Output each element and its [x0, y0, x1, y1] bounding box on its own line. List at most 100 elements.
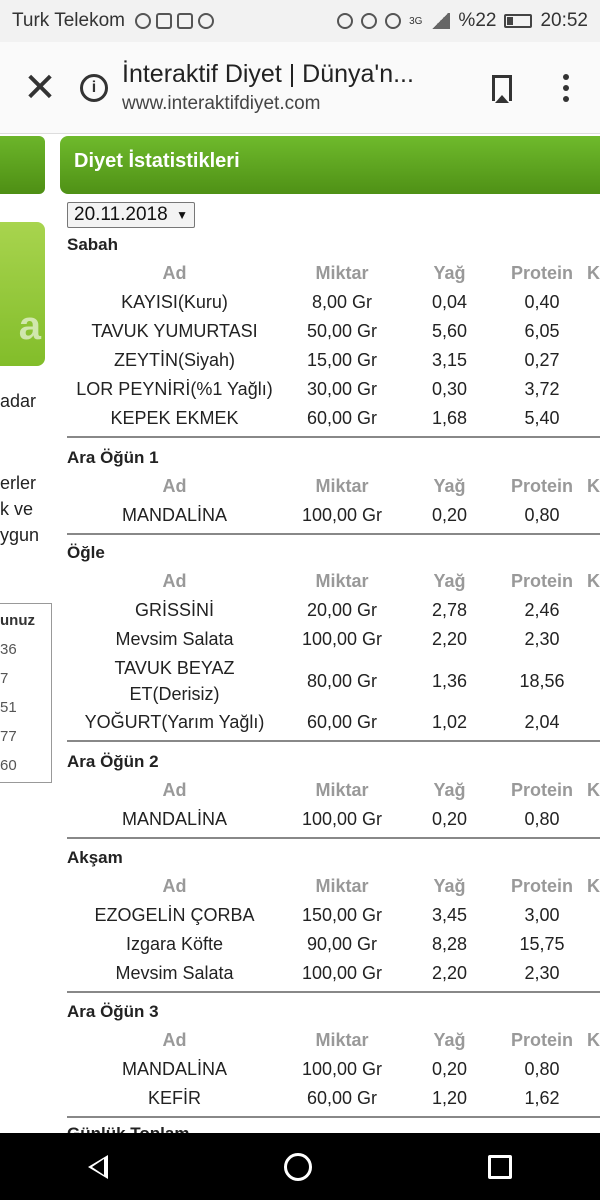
meal-table: Ad Miktar Yağ Protein K KAYISI(Kuru) 8,00… [67, 259, 600, 433]
left-banner[interactable]: a [0, 222, 45, 366]
col-miktar: Miktar [315, 780, 369, 800]
cell-yag: 2,78 [431, 600, 468, 620]
section-divider [67, 1116, 600, 1118]
cell-yag: 3,15 [431, 350, 468, 370]
close-icon: ✕ [23, 65, 57, 110]
meal-section: Sabah Ad Miktar Yağ Protein K KAYISI(Kur… [67, 231, 600, 438]
left-panel-header [0, 136, 45, 194]
whatsapp-icon [134, 13, 151, 29]
page-url: www.interaktifdiyet.com [122, 93, 321, 114]
cell-protein: 15,75 [519, 934, 565, 954]
more-menu-button[interactable] [532, 42, 600, 134]
meal-table: Ad Miktar Yağ Protein K MANDALİNA 100,00 … [67, 1026, 600, 1113]
notification-icon [155, 13, 172, 29]
left-text-line: adar [0, 391, 37, 411]
cell-miktar: 60,00 Gr [306, 1088, 378, 1108]
col-protein: Protein [510, 263, 573, 283]
cell-protein: 0,80 [524, 1059, 560, 1079]
meal-section: Öğle Ad Miktar Yağ Protein K GRİSSİNİ 20,… [67, 539, 600, 742]
col-yag: Yağ [433, 263, 466, 283]
cell-ad: MANDALİNA [121, 505, 228, 525]
table-row: KAYISI(Kuru) 8,00 Gr 0,04 0,40 [67, 288, 600, 317]
col-ad: Ad [162, 263, 187, 283]
cell-protein: 2,30 [524, 963, 560, 983]
cell-miktar: 100,00 Gr [301, 963, 383, 983]
cell-ad: KEPEK EKMEK [110, 408, 239, 428]
cell-miktar: 100,00 Gr [301, 505, 383, 525]
left-text-line: k ve [0, 499, 34, 519]
cell-yag: 8,28 [431, 934, 468, 954]
date-value: 20.11.2018 [74, 204, 168, 225]
cell-protein: 2,04 [524, 712, 560, 732]
cell-miktar: 80,00 Gr [306, 670, 378, 691]
cell-yag: 1,36 [431, 670, 468, 691]
col-protein: Protein [510, 780, 573, 800]
cell-yag: 2,20 [431, 963, 468, 983]
table-header: Ad Miktar Yağ Protein K [67, 1026, 600, 1055]
col-yag: Yağ [433, 571, 466, 591]
cell-yag: 0,20 [431, 505, 468, 525]
table-row: Izgara Köfte 90,00 Gr 8,28 15,75 [67, 930, 600, 959]
meal-title: Öğle [67, 543, 105, 562]
col-ad: Ad [162, 571, 187, 591]
col-k: K [587, 263, 600, 283]
gmail-icon [176, 13, 193, 29]
cell-yag: 2,20 [431, 629, 468, 649]
cell-miktar: 50,00 Gr [306, 321, 378, 341]
left-box-value: 77 [0, 728, 17, 745]
cell-miktar: 60,00 Gr [306, 408, 378, 428]
col-protein: Protein [510, 571, 573, 591]
alarm-icon [337, 13, 354, 29]
col-k: K [587, 1030, 600, 1050]
meal-section: Ara Öğün 1 Ad Miktar Yağ Protein K MANDA… [67, 444, 600, 535]
cell-protein: 0,80 [524, 505, 560, 525]
cell-protein: 2,30 [524, 629, 560, 649]
cell-yag: 1,02 [431, 712, 468, 732]
cell-ad: ZEYTİN(Siyah) [113, 350, 236, 370]
col-ad: Ad [162, 876, 187, 896]
table-row: ZEYTİN(Siyah) 15,00 Gr 3,15 0,27 [67, 346, 600, 375]
meal-title: Sabah [67, 235, 119, 254]
info-icon[interactable]: i [80, 73, 108, 102]
home-icon[interactable] [284, 1152, 312, 1181]
battery-percent: %22 [458, 10, 497, 31]
browser-toolbar: ✕ i İnteraktif Diyet | Dünya'n... www.in… [0, 42, 600, 134]
dropdown-arrow-icon: ▼ [176, 208, 188, 222]
table-row: TAVUK YUMURTASI 50,00 Gr 5,60 6,05 [67, 317, 600, 346]
bookmark-button[interactable] [472, 42, 532, 134]
cell-yag: 0,20 [431, 1059, 468, 1079]
recent-apps-icon[interactable] [488, 1154, 512, 1179]
col-ad: Ad [162, 476, 187, 496]
cell-miktar: 8,00 Gr [311, 292, 373, 312]
col-k: K [587, 780, 600, 800]
network-type: 3G [409, 15, 423, 27]
title-block[interactable]: İnteraktif Diyet | Dünya'n... www.intera… [122, 60, 472, 115]
col-miktar: Miktar [315, 263, 369, 283]
col-miktar: Miktar [315, 571, 369, 591]
table-header: Ad Miktar Yağ Protein K [67, 259, 600, 288]
left-text-line: erler [0, 473, 37, 493]
cell-protein: 0,40 [524, 292, 560, 312]
table-header: Ad Miktar Yağ Protein K [67, 776, 600, 805]
meal-section: Akşam Ad Miktar Yağ Protein K EZOGELİN Ç… [67, 844, 600, 993]
close-button[interactable]: ✕ [0, 42, 80, 134]
col-yag: Yağ [433, 1030, 466, 1050]
cell-ad: LOR PEYNİRİ(%1 Yağlı) [76, 379, 273, 399]
cell-protein: 0,27 [524, 350, 560, 370]
cell-protein: 2,46 [524, 600, 560, 620]
cell-miktar: 150,00 Gr [301, 905, 383, 925]
table-row: MANDALİNA 100,00 Gr 0,20 0,80 [67, 501, 600, 530]
signal-icon [430, 13, 451, 29]
battery-icon [504, 14, 533, 28]
table-header: Ad Miktar Yağ Protein K [67, 472, 600, 501]
banner-letter: a [18, 304, 41, 348]
cell-yag: 3,45 [431, 905, 468, 925]
col-miktar: Miktar [315, 476, 369, 496]
cell-protein: 3,72 [524, 379, 560, 399]
back-icon[interactable] [88, 1154, 108, 1179]
date-select[interactable]: 20.11.2018 ▼ [67, 202, 195, 228]
cell-yag: 0,30 [431, 379, 468, 399]
col-miktar: Miktar [315, 1030, 369, 1050]
cell-protein: 3,00 [524, 905, 560, 925]
table-header: Ad Miktar Yağ Protein K [67, 872, 600, 901]
